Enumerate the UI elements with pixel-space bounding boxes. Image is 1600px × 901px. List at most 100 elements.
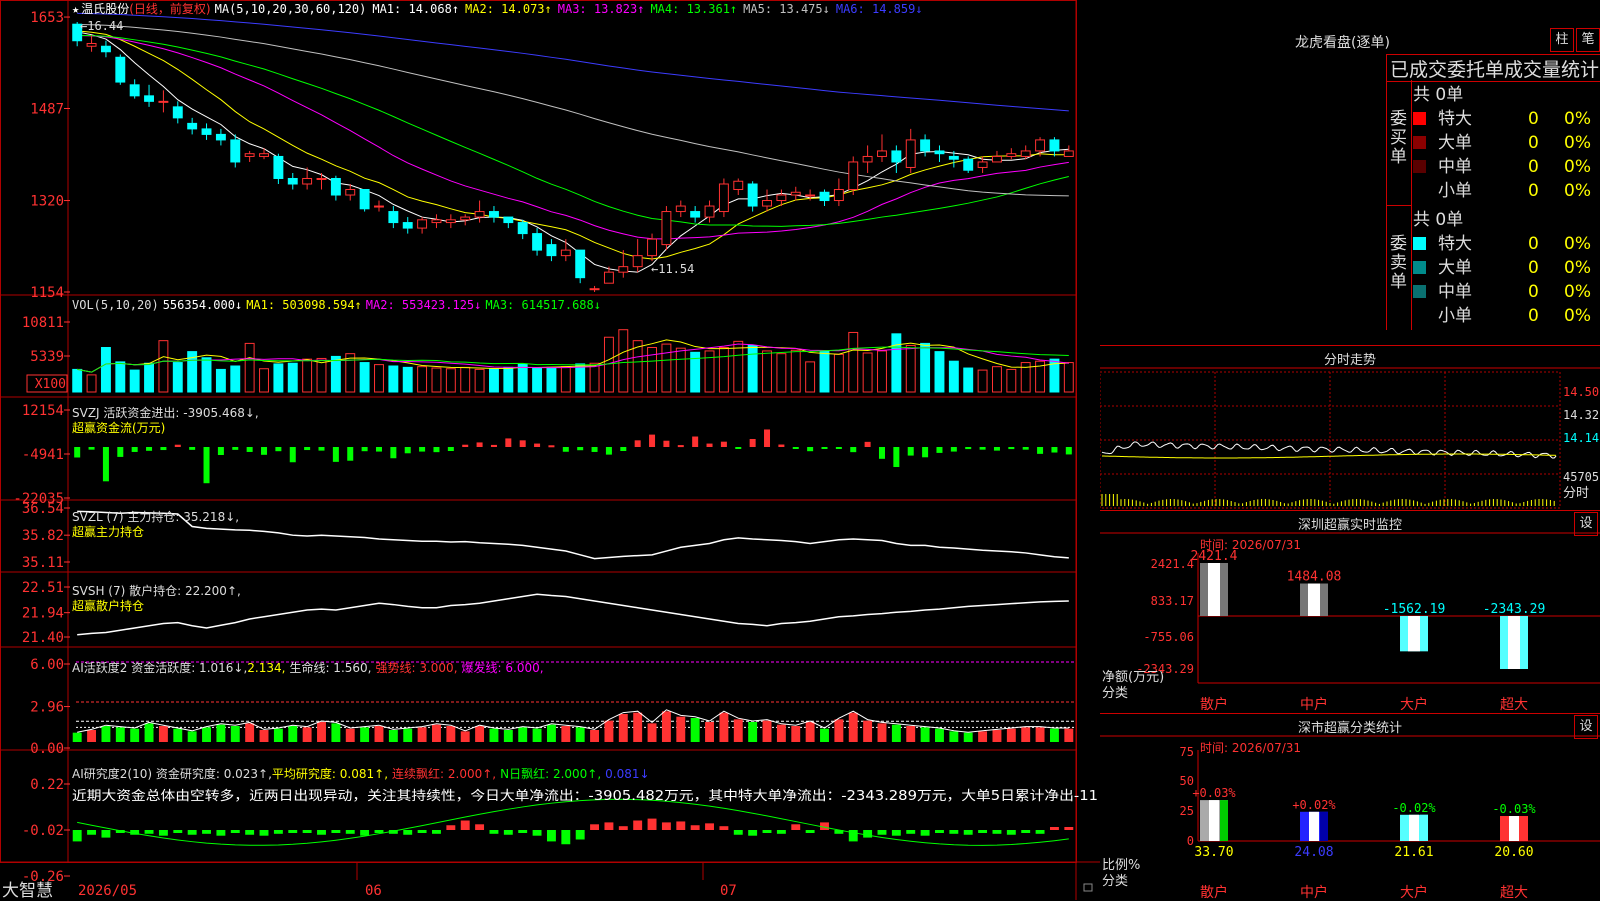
research-bar [906,830,916,834]
research-bar [87,830,97,835]
activity-bar [1021,727,1031,742]
flow-bar [361,447,368,452]
ai-axis-label: 2.96 [30,700,64,716]
candle-body [790,191,801,196]
activity-bar [446,726,456,742]
color-swatch-icon [1413,237,1426,250]
activity-bar [173,728,183,742]
monitor-axis-2: 833.17 [1151,594,1194,608]
lock-icon[interactable] [1083,883,1093,892]
net-amount-bar-highlight [1508,616,1520,669]
bar-mode-button[interactable]: 柱 [1550,28,1574,52]
monitor-chart: 时间: 2026/07/31 2421.4 833.17 -755.06 -23… [1100,532,1600,713]
period-label[interactable]: (日线，前复权) [129,1,210,16]
research-bar [776,830,786,834]
research-bar [374,830,384,833]
research-bar [259,830,269,836]
research-bar [604,822,614,830]
order-size-label: 小单 [1438,306,1472,326]
x-label-jul: 07 [720,883,737,899]
research-bar [187,830,197,835]
ma4-value: MA4: 13.361↑ [650,2,737,16]
flow-bar [792,447,799,449]
research-bar [345,830,355,834]
volume-bar [330,355,341,393]
volume-bar [158,340,169,393]
research-bar [72,830,82,842]
activity-bar [489,728,499,742]
activity-bar [503,730,513,742]
candle-body [402,222,413,229]
kline-chart[interactable]: 1653 1487 1320 1154 10811 5339 X100 12154 -4941 -… [0,0,1100,900]
research-bar [891,830,901,836]
research-bar [1035,830,1045,834]
research-bar [935,830,944,833]
flow-bar [548,445,555,448]
activity-bar [158,726,168,742]
price-axis-label: 1154 [30,285,64,301]
volume-bar [920,342,931,393]
research-bar [460,820,470,830]
research-bar [805,830,815,833]
activity-bar [863,720,873,742]
stats-ylabel: 比例% [1102,858,1140,873]
flow-bar [850,447,857,453]
category-label: 超大 [1500,697,1528,713]
flow-bar [232,447,239,450]
fund-flow-bars [74,429,1072,484]
candle-body [489,211,499,218]
ratio-bar-edge [1420,814,1428,841]
volume-bar [517,363,528,393]
activity-bar [561,726,571,742]
activity-bar [202,727,211,742]
candle-body [776,194,787,202]
ai-research-avg: 平均研究度: 0.081↑, [272,766,388,781]
activity-bar [518,727,528,742]
tick-mode-button[interactable]: 笔 [1576,28,1600,52]
monitor-panel: 深圳超赢实时监控 设 时间: 2026/07/31 2421.4 833.17 … [1100,510,1600,714]
flow-bar [821,447,828,449]
research-bar [173,830,183,833]
research-bar [230,830,240,833]
research-bar [633,820,643,830]
volume-bar [474,368,485,393]
svg-text:VOL(5,10,20)556354.000↓MA1: 50: VOL(5,10,20) 556354.000↓ MA1: 503098.594↑ M… [72,298,601,312]
ma30-line [77,34,1069,227]
candle-body [172,106,183,119]
zl-axis-label: 35.82 [22,528,64,544]
order-percent: 0% [1564,234,1591,254]
candle-body [589,288,600,291]
category-label: 散户 [1200,884,1228,901]
activity-bar [87,730,97,742]
order-percent: 0% [1564,157,1591,177]
volume-bar [934,351,945,393]
volume-bar [948,360,959,393]
volume-bar [86,374,97,393]
ratio-value-label: 20.60 [1494,845,1533,860]
volume-bar [172,362,183,393]
volume-bar [402,366,413,393]
research-bar [748,830,758,836]
volume-bar [345,353,356,393]
price-axis-label: 1653 [30,10,64,26]
activity-bar [978,731,988,742]
volume-bar [805,361,816,393]
star-icon[interactable]: ★ [72,2,79,16]
volume-bar [747,344,758,393]
intraday-panel[interactable]: 分时走势 14.50 14.32 14.14 45705 分时 [1100,345,1600,511]
activity-bar [546,724,556,742]
candle-body [920,139,931,152]
volume-bar [575,363,586,393]
flow-bar [146,447,153,451]
research-bar [762,830,772,833]
flow-bar [490,444,497,447]
activity-bar [820,728,829,742]
research-bar [992,830,1002,834]
flow-bar [720,441,727,447]
candle-body [891,150,902,163]
activity-bar [920,727,930,742]
sh-axis-label: 21.94 [22,606,64,622]
x-label-jun: 06 [365,883,382,899]
activity-bar [1006,728,1016,742]
ai-research-nday: N日飘红: 2.000↑, [500,766,601,781]
